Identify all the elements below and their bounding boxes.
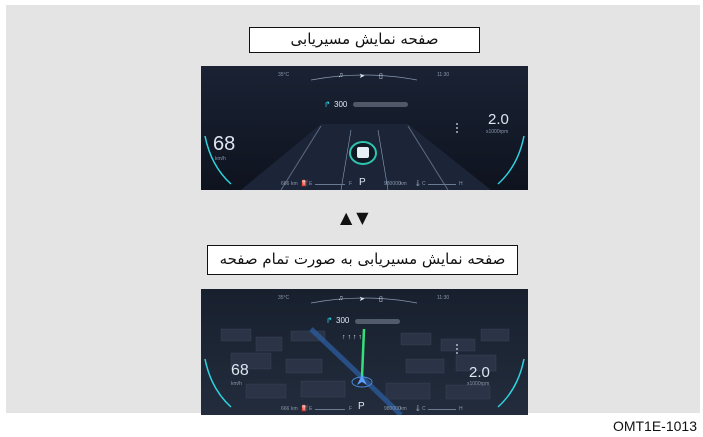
music-icon: ♫	[338, 295, 344, 302]
fuel-empty: E	[309, 406, 313, 412]
temperature: 35°C	[278, 72, 290, 78]
temp-hot: H	[459, 406, 463, 412]
clock: 11:30	[437, 295, 450, 301]
clock: 11:30	[437, 72, 450, 78]
rpm-unit: x1000rpm	[467, 381, 490, 387]
turn-distance: 300	[334, 100, 348, 109]
fuel-gauge	[315, 184, 345, 185]
speed-value: 68	[231, 362, 249, 379]
cluster-navigation-screen: 35°C 11:30 ♫ ➤ ▯ ↱ 300 68 km/h 2.0 x1000…	[201, 66, 528, 190]
gear-indicator: P	[358, 401, 365, 412]
range-unit: km	[291, 406, 298, 412]
gear-indicator: P	[359, 177, 366, 188]
fuel-empty: E	[309, 181, 313, 187]
navigation-icon: ➤	[359, 73, 365, 80]
fuel-icon: ⛽	[301, 181, 309, 187]
temp-cold: C	[422, 181, 426, 187]
temp-gauge	[428, 409, 456, 410]
rpm-value: 2.0	[488, 111, 509, 128]
odometer-unit: km	[400, 181, 407, 187]
coolant-temp-icon: 🌡	[414, 406, 422, 412]
lane-guidance-icon: ↑ ↑ ↑ ↑	[342, 334, 362, 341]
cluster-fullscreen-navigation: 35°C 11:30 ♫ ➤ ▯ ↱ 300 ↑ ↑ ↑ ↑ 68 km/h 2…	[201, 289, 528, 415]
odometer-value: 980000	[384, 406, 401, 412]
odometer-unit: km	[400, 406, 407, 412]
switch-arrows: ▲▼	[340, 208, 373, 227]
fuel-full: F	[349, 181, 353, 187]
temp-gauge	[428, 184, 456, 185]
range-value: 666	[281, 406, 290, 412]
blurred-street-name	[353, 102, 408, 107]
music-icon: ♫	[338, 72, 344, 79]
fuel-gauge	[315, 409, 345, 410]
navigation-icon: ➤	[359, 296, 365, 303]
temp-hot: H	[459, 181, 463, 187]
turn-distance: 300	[336, 316, 350, 325]
temperature: 35°C	[278, 295, 290, 301]
cluster-graphics	[201, 66, 528, 190]
speed-unit: km/h	[231, 381, 242, 387]
coolant-temp-icon: 🌡	[414, 181, 422, 187]
map-graphics	[201, 289, 528, 415]
temp-cold: C	[422, 406, 426, 412]
blurred-street-name	[355, 319, 400, 324]
fuel-icon: ⛽	[301, 406, 309, 412]
range-unit: km	[291, 181, 298, 187]
caption-fullscreen-navigation: صفحه نمایش مسیریابی به صورت تمام صفحه	[207, 245, 518, 275]
fuel-full: F	[349, 406, 353, 412]
speed-value: 68	[213, 133, 236, 155]
odometer-value: 980000	[384, 181, 401, 187]
rpm-unit: x1000rpm	[486, 129, 509, 135]
speed-unit: km/h	[215, 156, 226, 162]
rpm-value: 2.0	[469, 364, 490, 381]
car-icon	[357, 147, 369, 158]
range-value: 666	[281, 181, 290, 187]
phone-icon: ▯	[379, 73, 383, 80]
turn-arrow-icon: ↱	[326, 316, 333, 325]
turn-arrow-icon: ↱	[324, 100, 331, 109]
caption-navigation-screen: صفحه نمایش مسیریابی	[249, 27, 480, 53]
phone-icon: ▯	[379, 296, 383, 303]
figure-code: OMT1E-1013	[612, 418, 697, 434]
